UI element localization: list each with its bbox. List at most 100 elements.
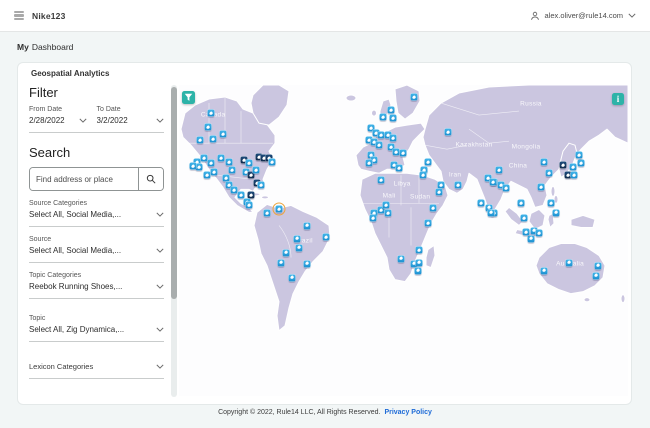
tweet-marker[interactable]	[384, 209, 392, 217]
tweet-marker[interactable]	[522, 228, 530, 236]
tweet-marker[interactable]	[379, 113, 387, 121]
tweet-marker[interactable]	[415, 246, 423, 254]
tweet-marker[interactable]	[387, 106, 395, 114]
tweet-marker[interactable]	[527, 235, 535, 243]
tweet-marker[interactable]	[454, 181, 462, 189]
tweet-marker[interactable]	[517, 199, 525, 207]
to-date-select[interactable]: 3/2/2022	[97, 116, 165, 125]
menu-icon[interactable]	[14, 11, 24, 20]
tweet-marker[interactable]	[375, 141, 383, 149]
tweet-marker[interactable]	[575, 151, 583, 159]
tweet-marker[interactable]	[389, 134, 397, 142]
tweet-marker[interactable]	[569, 163, 577, 171]
scrollbar-thumb[interactable]	[171, 87, 177, 299]
tweet-marker[interactable]	[210, 168, 218, 176]
tweet-marker[interactable]	[230, 186, 238, 194]
tweet-marker[interactable]	[489, 178, 497, 186]
from-date-select[interactable]: 2/28/2022	[29, 116, 97, 125]
tweet-marker[interactable]	[419, 171, 427, 179]
divider	[29, 226, 164, 227]
tweet-marker[interactable]	[293, 235, 301, 243]
tweet-marker[interactable]	[594, 262, 602, 270]
tweet-marker[interactable]	[207, 109, 215, 117]
tweet-marker[interactable]	[545, 169, 553, 177]
tweet-marker[interactable]	[424, 158, 432, 166]
tweet-marker[interactable]	[444, 128, 452, 136]
tweet-marker[interactable]	[540, 158, 548, 166]
tweet-marker[interactable]	[245, 201, 253, 209]
tweet-marker[interactable]	[397, 255, 405, 263]
tweet-marker[interactable]	[207, 159, 215, 167]
tweet-marker[interactable]	[303, 260, 311, 267]
tweet-marker[interactable]	[252, 166, 260, 174]
tweet-marker[interactable]	[204, 123, 212, 131]
source-categories-field: Source Categories Select All, Social Med…	[29, 200, 164, 227]
tweet-marker[interactable]	[547, 199, 555, 207]
tweet-marker[interactable]	[228, 166, 236, 174]
tweet-marker[interactable]	[377, 176, 385, 184]
tweet-marker[interactable]	[577, 159, 585, 167]
tweet-marker[interactable]	[203, 171, 211, 179]
tweet-marker[interactable]	[592, 272, 600, 280]
tweet-marker[interactable]	[414, 267, 422, 275]
tweet-marker[interactable]	[424, 219, 432, 227]
tweet-marker[interactable]	[520, 214, 528, 222]
tweet-marker[interactable]	[282, 249, 290, 257]
tweet-marker[interactable]	[222, 174, 230, 182]
user-menu[interactable]: alex.oliver@rule14.com	[530, 11, 636, 21]
tweet-marker[interactable]	[399, 149, 407, 157]
to-date-value: 3/2/2022	[96, 116, 128, 125]
tweet-marker[interactable]	[570, 171, 578, 179]
search-button[interactable]	[138, 168, 163, 190]
tweet-marker[interactable]	[189, 162, 197, 170]
tweet-marker[interactable]	[272, 202, 286, 216]
tweet-marker[interactable]	[303, 222, 311, 230]
tweet-marker[interactable]	[263, 209, 271, 217]
tweet-marker[interactable]	[502, 184, 510, 192]
source-categories-select[interactable]: Select All, Social Media,...	[29, 210, 164, 219]
tweet-marker[interactable]	[365, 159, 373, 167]
topic-categories-select[interactable]: Reebok Running Shoes,...	[29, 282, 164, 291]
tweet-marker[interactable]	[200, 154, 208, 162]
tweet-marker[interactable]	[537, 183, 545, 191]
privacy-policy-link[interactable]: Privacy Policy	[384, 409, 431, 416]
tweet-marker[interactable]	[559, 161, 567, 169]
topic-select[interactable]: Select All, Zig Dynamica,...	[29, 325, 164, 334]
tweet-marker[interactable]	[535, 229, 543, 237]
tweet-marker[interactable]	[552, 209, 560, 216]
tweet-marker[interactable]	[219, 130, 227, 138]
lexicon-categories-select[interactable]: Lexicon Categories	[29, 362, 164, 371]
tweet-marker[interactable]	[495, 166, 503, 174]
tweet-marker[interactable]	[288, 274, 296, 281]
tweet-marker[interactable]	[395, 164, 403, 172]
tweet-marker[interactable]	[410, 93, 418, 101]
tweet-marker[interactable]	[382, 201, 390, 209]
search-input[interactable]	[30, 168, 138, 190]
tweet-marker[interactable]	[268, 158, 276, 166]
tweet-marker[interactable]	[477, 199, 485, 207]
tweet-marker[interactable]	[540, 267, 548, 275]
tweet-marker[interactable]	[217, 154, 225, 162]
tweet-marker[interactable]	[429, 204, 437, 212]
tweet-marker[interactable]	[225, 158, 233, 166]
tweet-marker[interactable]	[237, 191, 245, 199]
source-select[interactable]: Select All, Social Media,...	[29, 246, 164, 255]
tweet-marker[interactable]	[245, 159, 253, 167]
tweet-marker[interactable]	[257, 181, 265, 189]
tweet-marker[interactable]	[295, 244, 303, 252]
tweet-marker[interactable]	[196, 136, 204, 144]
tweet-marker[interactable]	[209, 135, 217, 143]
tweet-marker[interactable]	[392, 148, 400, 156]
tweet-marker[interactable]	[195, 163, 203, 171]
tweet-marker[interactable]	[322, 233, 330, 241]
tweet-marker[interactable]	[277, 259, 285, 267]
map-info-button[interactable]: i	[612, 93, 624, 105]
world-map[interactable]: CanadaRussiaMongoliaChinaKazakhstanIranL…	[179, 85, 628, 396]
tweet-marker[interactable]	[415, 259, 423, 267]
tweet-marker[interactable]	[389, 114, 397, 122]
tweet-marker[interactable]	[369, 214, 377, 222]
tweet-marker[interactable]	[435, 188, 443, 196]
map-filter-button[interactable]	[182, 91, 195, 104]
tweet-marker[interactable]	[487, 209, 495, 216]
tweet-marker[interactable]	[565, 259, 573, 267]
